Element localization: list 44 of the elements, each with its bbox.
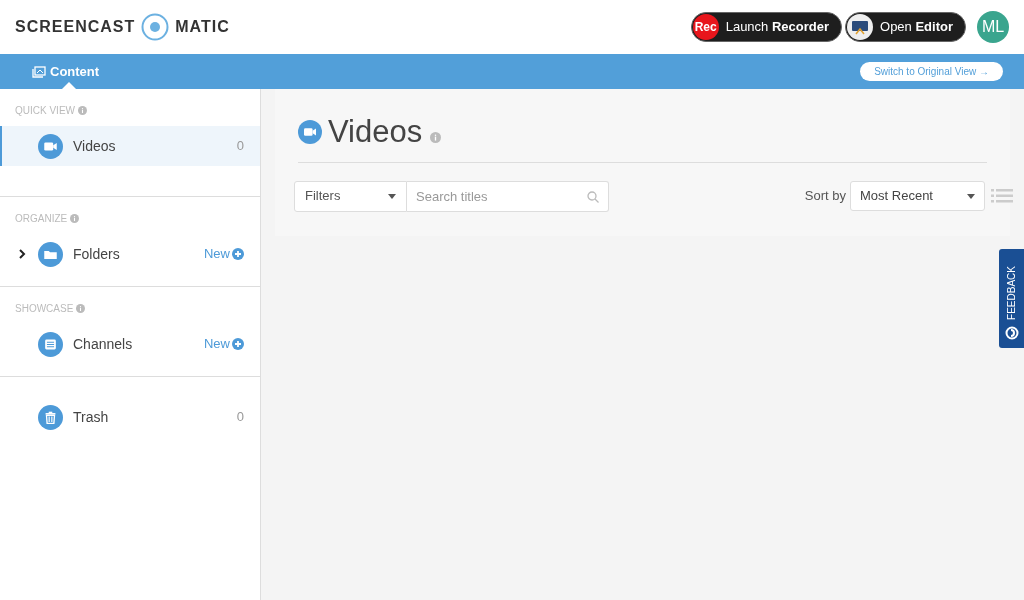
logo-text: SCREENCAST bbox=[15, 17, 136, 37]
open-editor-button[interactable]: Open Editor bbox=[845, 12, 966, 42]
caret-icon bbox=[967, 193, 975, 199]
sidebar-item[interactable]: Channels New bbox=[0, 324, 260, 364]
item-count: 0 bbox=[236, 137, 244, 156]
video-camera-icon bbox=[38, 133, 63, 159]
chevron-icon[interactable] bbox=[18, 249, 26, 259]
item-count: 0 bbox=[236, 408, 244, 427]
avatar: ML bbox=[977, 11, 1009, 43]
caret-icon bbox=[388, 193, 396, 199]
search-field[interactable]: Search titles bbox=[407, 180, 609, 212]
item-label: Videos bbox=[73, 136, 117, 156]
video-camera-icon bbox=[298, 120, 322, 145]
logo-text: MATIC bbox=[175, 17, 230, 37]
trash-icon bbox=[38, 404, 63, 430]
sidebar-item[interactable]: Trash 0 bbox=[0, 397, 260, 437]
search-icon bbox=[587, 190, 599, 203]
folder-icon bbox=[38, 241, 63, 267]
info-icon bbox=[70, 214, 80, 223]
item-label: Folders bbox=[73, 244, 121, 264]
plus-circle-icon bbox=[232, 338, 244, 350]
sort-dropdown[interactable]: Most Recent bbox=[850, 181, 985, 211]
page-title: Videos bbox=[328, 113, 423, 151]
info-icon bbox=[78, 106, 87, 115]
info-icon bbox=[76, 304, 86, 313]
feedback-tab[interactable]: FEEDBACK bbox=[999, 249, 1024, 348]
section-label: QUICK VIEW bbox=[15, 104, 75, 118]
rec-badge: Rec bbox=[692, 14, 719, 40]
feedback-logo-icon bbox=[1004, 326, 1019, 340]
sidebar-item[interactable]: Videos 0 bbox=[0, 126, 260, 166]
images-icon bbox=[32, 65, 46, 78]
info-icon bbox=[430, 131, 442, 143]
section-label: ORGANIZE bbox=[15, 212, 68, 226]
filters-dropdown[interactable]: Filters bbox=[294, 180, 407, 212]
monitor-icon bbox=[847, 14, 873, 40]
sidebar-item[interactable]: Folders New bbox=[0, 234, 260, 274]
section-label: SHOWCASE bbox=[15, 302, 74, 316]
item-label: Channels bbox=[73, 334, 134, 354]
launch-recorder-button[interactable]: Rec Launch Recorder bbox=[690, 12, 842, 42]
item-label: Trash bbox=[73, 407, 110, 427]
logo-icon bbox=[141, 13, 170, 41]
list-icon bbox=[38, 331, 63, 357]
sort-label: Sort by bbox=[804, 187, 846, 206]
plus-circle-icon bbox=[232, 248, 244, 260]
